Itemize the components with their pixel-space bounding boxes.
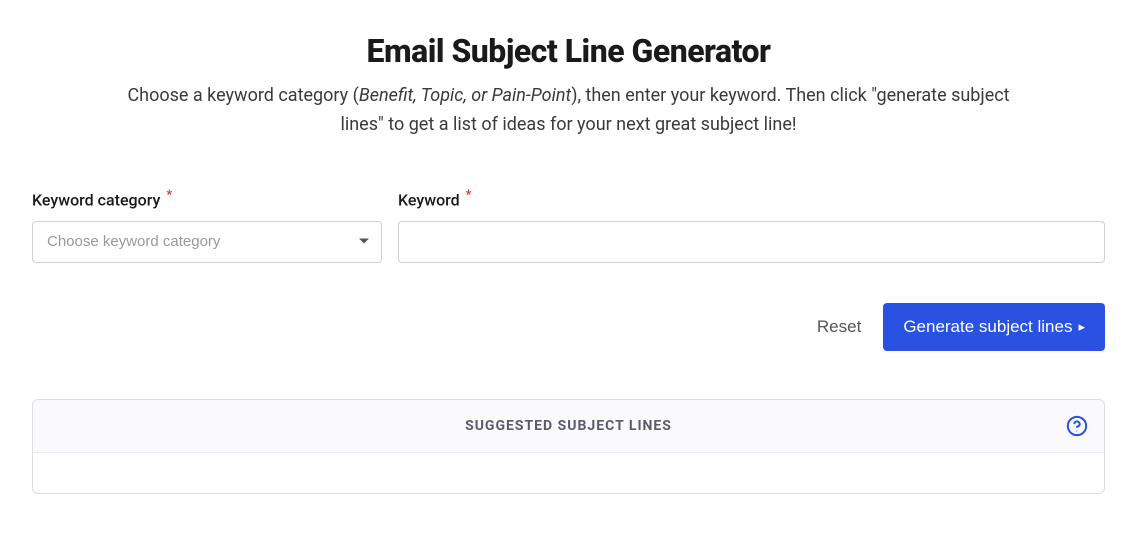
generate-button-label: Generate subject lines — [903, 317, 1072, 337]
actions-row: Reset Generate subject lines ▸ — [32, 303, 1105, 351]
subtitle-text-prefix: Choose a keyword category ( — [127, 85, 358, 106]
reset-button[interactable]: Reset — [811, 307, 867, 347]
category-label: Keyword category * — [32, 188, 382, 209]
field-group-category: Keyword category * Choose keyword catego… — [32, 188, 382, 263]
results-panel: SUGGESTED SUBJECT LINES — [32, 399, 1105, 494]
results-title: SUGGESTED SUBJECT LINES — [49, 418, 1088, 434]
page-title: Email Subject Line Generator — [32, 32, 1105, 70]
keyword-label: Keyword * — [398, 188, 1105, 209]
header: Email Subject Line Generator Choose a ke… — [32, 32, 1105, 140]
results-header: SUGGESTED SUBJECT LINES — [33, 400, 1104, 453]
page-subtitle: Choose a keyword category (Benefit, Topi… — [109, 82, 1029, 140]
subtitle-text-italic: Benefit, Topic, or Pain-Point — [359, 85, 571, 106]
field-group-keyword: Keyword * — [398, 188, 1105, 263]
category-select-wrapper: Choose keyword category — [32, 221, 382, 263]
required-mark: * — [166, 188, 172, 203]
results-body — [33, 453, 1104, 493]
category-label-text: Keyword category — [32, 190, 160, 209]
generate-button[interactable]: Generate subject lines ▸ — [883, 303, 1105, 351]
category-select[interactable]: Choose keyword category — [32, 221, 382, 263]
required-mark: * — [466, 188, 472, 203]
keyword-input[interactable] — [398, 221, 1105, 263]
form-row: Keyword category * Choose keyword catego… — [32, 188, 1105, 263]
caret-right-icon: ▸ — [1078, 320, 1085, 333]
keyword-label-text: Keyword — [398, 190, 460, 209]
help-icon[interactable] — [1066, 415, 1088, 437]
